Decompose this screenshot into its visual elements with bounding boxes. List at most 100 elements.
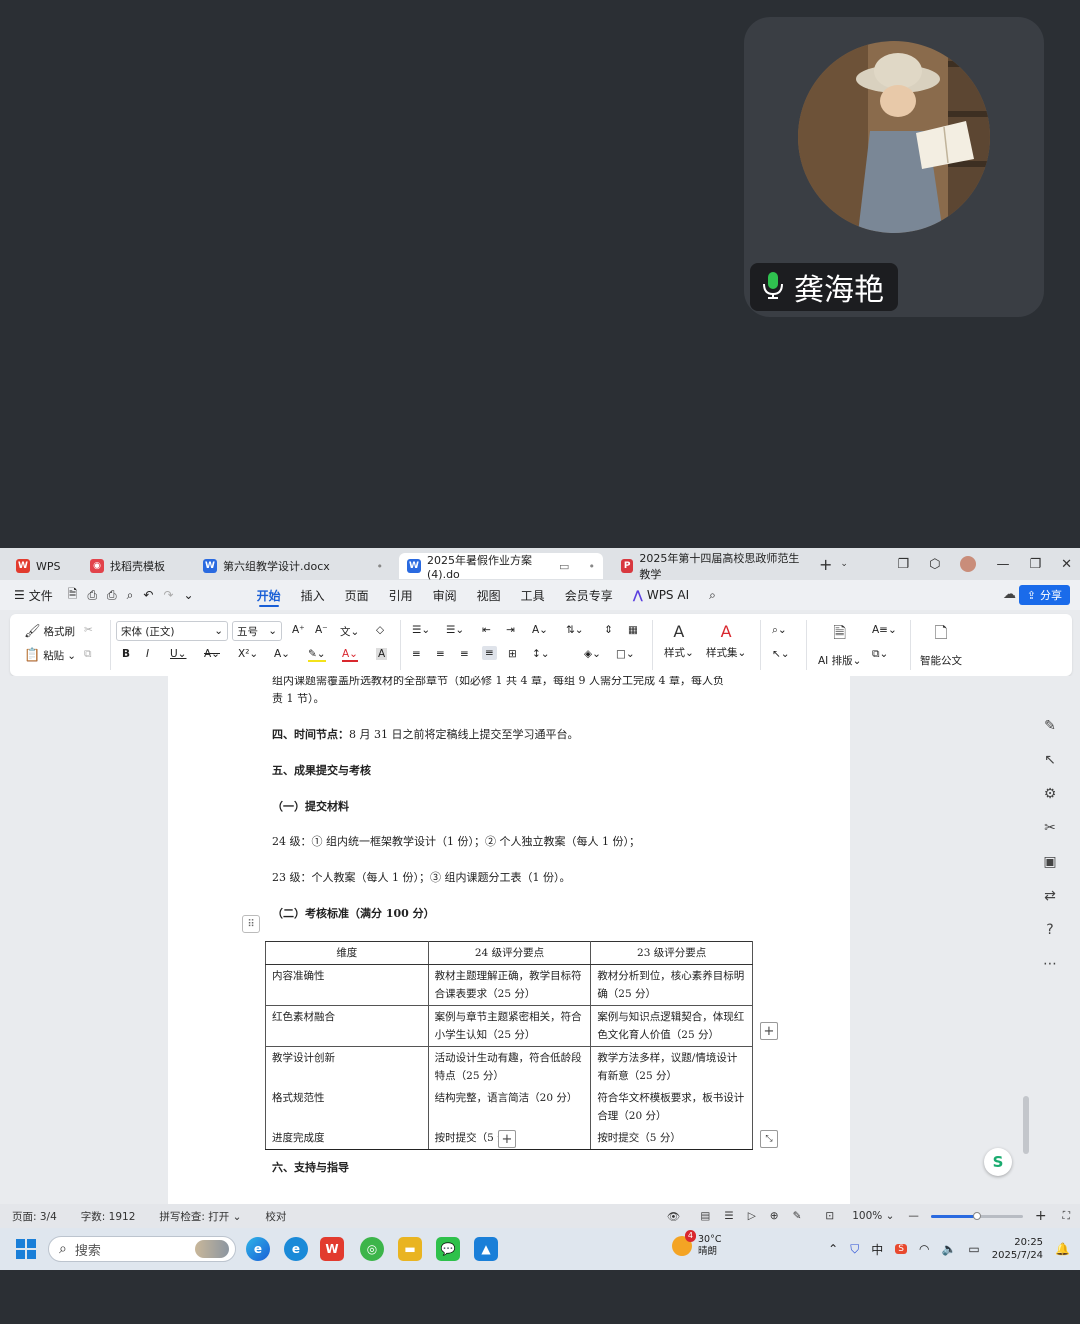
zoom-level[interactable]: 100% ⌄ bbox=[852, 1210, 894, 1222]
chevron-down-icon[interactable]: ⌄ bbox=[179, 580, 199, 610]
align-right-icon[interactable]: ≡ bbox=[460, 648, 469, 660]
justify-icon[interactable]: ≡ bbox=[482, 646, 497, 660]
styles-button[interactable]: A 样式⌄ bbox=[664, 622, 694, 660]
distribute-icon[interactable]: ⊞ bbox=[508, 648, 517, 660]
start-button[interactable] bbox=[16, 1239, 36, 1259]
highlight-icon[interactable]: ✎⌄ bbox=[308, 648, 326, 662]
tools-icon[interactable]: ✂ bbox=[1044, 820, 1056, 836]
tab-group6-design[interactable]: W 第六组教学设计.docx • bbox=[195, 553, 391, 579]
print-preview-icon[interactable]: ⌕ bbox=[122, 580, 139, 610]
tab-tools[interactable]: 工具 bbox=[511, 580, 555, 610]
sort-icon[interactable]: ⇅⌄ bbox=[566, 624, 584, 636]
eye-icon[interactable]: 👁 bbox=[667, 1210, 680, 1223]
add-row-button[interactable]: + bbox=[498, 1130, 516, 1148]
export-icon[interactable]: ⎙ bbox=[82, 580, 102, 610]
tab-docer-templates[interactable]: ◉ 找稻壳模板 bbox=[82, 553, 187, 579]
restore-icon[interactable]: ❐ bbox=[1029, 557, 1041, 572]
zoom-out-icon[interactable]: — bbox=[908, 1210, 919, 1222]
tab-references[interactable]: 引用 bbox=[379, 580, 423, 610]
redo-icon[interactable]: ↷ bbox=[158, 580, 178, 610]
table-cell[interactable]: 活动设计生动有趣，符合低龄段特点（25 分） bbox=[427, 1046, 592, 1087]
copy-icon[interactable]: ⧉ bbox=[84, 648, 92, 661]
tab-page[interactable]: 页面 bbox=[335, 580, 379, 610]
shrink-font-icon[interactable]: A⁻ bbox=[315, 624, 328, 636]
outline-view-icon[interactable]: ☰ bbox=[724, 1210, 733, 1222]
tab-view[interactable]: 视图 bbox=[467, 580, 511, 610]
file-explorer-icon[interactable]: ▬ bbox=[398, 1237, 422, 1261]
zoom-slider-knob[interactable] bbox=[972, 1211, 981, 1220]
chevron-down-icon[interactable]: ⌄ bbox=[840, 559, 848, 569]
web-view-icon[interactable]: ⊕ bbox=[770, 1210, 779, 1222]
fit-page-icon[interactable]: ⊡ bbox=[825, 1210, 834, 1222]
numbering-icon[interactable]: ☰⌄ bbox=[446, 624, 464, 636]
table-cell[interactable]: 教材分析到位，核心素养目标明确（25 分） bbox=[590, 964, 753, 1006]
tab-home[interactable]: 开始 bbox=[247, 580, 291, 610]
chevron-up-icon[interactable]: ⌃ bbox=[828, 1242, 838, 1256]
font-size-select[interactable]: 五号 ⌄ bbox=[232, 621, 282, 641]
font-name-select[interactable]: 宋体 (正文) ⌄ bbox=[116, 621, 228, 641]
pen-icon[interactable]: ✎ bbox=[1044, 718, 1056, 734]
table-cell[interactable]: 案例与知识点逻辑契合，体现红色文化育人价值（25 分） bbox=[590, 1005, 753, 1047]
window-list-icon[interactable]: ❐ bbox=[897, 557, 909, 572]
tab-insert[interactable]: 插入 bbox=[291, 580, 335, 610]
resize-table-button[interactable]: ⤡ bbox=[760, 1130, 778, 1148]
table-cell[interactable]: 教学设计创新 bbox=[265, 1046, 429, 1087]
wps-taskbar-icon[interactable]: W bbox=[320, 1237, 344, 1261]
play-icon[interactable]: ▷ bbox=[748, 1210, 756, 1222]
file-menu[interactable]: ☰ 文件 bbox=[0, 580, 63, 610]
cloud-upload-icon[interactable]: ☁ bbox=[1003, 587, 1016, 602]
page-indicator[interactable]: 页面: 3/4 bbox=[0, 1209, 69, 1224]
table-grid-icon[interactable]: ▦ bbox=[628, 624, 638, 636]
decrease-indent-icon[interactable]: ⇤ bbox=[482, 624, 491, 636]
tab-wps-home[interactable]: W WPS bbox=[8, 553, 76, 579]
zoom-slider[interactable] bbox=[930, 1211, 1023, 1220]
add-column-button[interactable]: + bbox=[760, 1022, 778, 1040]
document-page[interactable]: 组内课题需覆盖所选教材的全部章节（如必修 1 共 4 章，每组 9 人需分工完成… bbox=[168, 676, 850, 1204]
battery-icon[interactable]: ▭ bbox=[968, 1242, 979, 1256]
increase-indent-icon[interactable]: ⇥ bbox=[506, 624, 515, 636]
volume-icon[interactable]: 🔈 bbox=[941, 1242, 956, 1256]
undo-icon[interactable]: ↶ bbox=[138, 580, 158, 610]
minimize-icon[interactable]: — bbox=[996, 557, 1009, 572]
line-spacing-icon[interactable]: ↕⌄ bbox=[532, 648, 550, 660]
more-icon[interactable]: ⋯ bbox=[1043, 956, 1057, 972]
strikethrough-icon[interactable]: A⌄ bbox=[204, 648, 220, 660]
format-painter-button[interactable]: 🖌 格式刷 bbox=[24, 624, 75, 639]
microphone-icon[interactable] bbox=[760, 270, 786, 304]
weather-widget[interactable]: 4 30°C 晴朗 bbox=[672, 1230, 721, 1258]
find-icon[interactable]: ⌕⌄ bbox=[772, 624, 787, 637]
table-cell[interactable]: 按时提交（5 分） bbox=[590, 1127, 753, 1150]
tab-competition-pdf[interactable]: P 2025年第十四届高校思政师范生教学 bbox=[613, 552, 809, 581]
app-green-icon[interactable]: ◎ bbox=[360, 1237, 384, 1261]
table-cell[interactable]: 符合华文杯模板要求，板书设计合理（20 分） bbox=[590, 1087, 753, 1127]
security-shield-icon[interactable]: ⛉ bbox=[850, 1242, 859, 1257]
share-button[interactable]: ⇪ 分享 bbox=[1018, 585, 1070, 605]
tab-wps-ai[interactable]: ⋀ WPS AI bbox=[623, 580, 699, 610]
table-cell[interactable]: 进度完成度 bbox=[265, 1127, 429, 1150]
close-icon[interactable]: • bbox=[589, 560, 596, 573]
spellcheck-toggle[interactable]: 拼写检查: 打开 ⌄ bbox=[147, 1209, 253, 1224]
chinese-layout-icon[interactable]: A⌄ bbox=[532, 624, 548, 636]
new-tab-icon[interactable]: + bbox=[819, 555, 832, 574]
bold-icon[interactable]: B bbox=[122, 648, 130, 660]
text-tools-icon[interactable]: A≡⌄ bbox=[872, 624, 897, 636]
ime-indicator[interactable]: 中 bbox=[871, 1241, 883, 1258]
italic-icon[interactable]: I bbox=[146, 648, 149, 660]
proofread-button[interactable]: 校对 bbox=[253, 1209, 298, 1224]
bullets-icon[interactable]: ☰⌄ bbox=[412, 624, 430, 636]
superscript-icon[interactable]: X²⌄ bbox=[238, 648, 258, 660]
image-icon[interactable]: ▣ bbox=[1043, 854, 1056, 870]
phonetic-icon[interactable]: 文⌄ bbox=[340, 624, 359, 639]
browser-icon[interactable]: e bbox=[284, 1237, 308, 1261]
text-effect-icon[interactable]: A⌄ bbox=[274, 648, 290, 660]
table-cell[interactable]: 案例与章节主题紧密相关，符合小学生认知（25 分） bbox=[427, 1005, 592, 1047]
word-count[interactable]: 字数: 1912 bbox=[69, 1209, 148, 1224]
align-center-icon[interactable]: ≡ bbox=[436, 648, 445, 660]
edit-icon[interactable]: ✎ bbox=[793, 1210, 802, 1222]
cursor-icon[interactable]: ↖ bbox=[1044, 752, 1056, 768]
cut-icon[interactable]: ✂ bbox=[84, 624, 93, 636]
close-icon[interactable]: • bbox=[377, 560, 384, 573]
close-window-icon[interactable]: ✕ bbox=[1061, 557, 1072, 572]
sogou-icon[interactable]: S bbox=[895, 1244, 907, 1254]
zoom-in-icon[interactable]: + bbox=[1035, 1208, 1047, 1224]
